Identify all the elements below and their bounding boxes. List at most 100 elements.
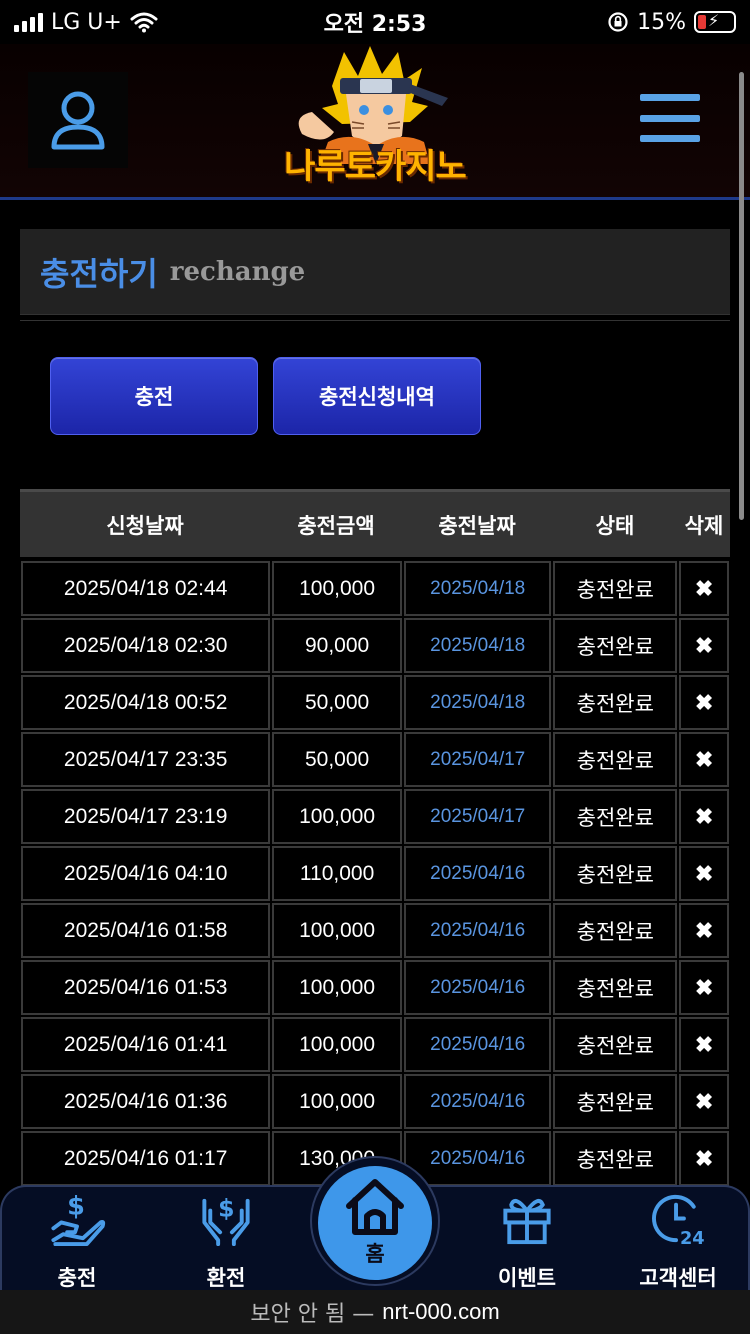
nav-charge[interactable]: $ 충전 <box>17 1187 137 1292</box>
amount-cell: 100,000 <box>272 960 402 1015</box>
table-row: 2025/04/18 00:52 50,000 2025/04/18 충전완료 … <box>20 674 730 731</box>
amount-cell: 50,000 <box>272 675 402 730</box>
table-row: 2025/04/18 02:44 100,000 2025/04/18 충전완료… <box>20 560 730 617</box>
charge-button[interactable]: 충전 <box>50 357 258 435</box>
gift-icon <box>503 1199 551 1245</box>
delete-button[interactable]: ✖ <box>679 846 729 901</box>
exchange-hands-icon: $ <box>202 1195 250 1247</box>
nav-home[interactable]: 홈 <box>318 1166 432 1280</box>
browser-url-bar[interactable]: 보안 안 됨 — nrt-000.com <box>0 1290 750 1334</box>
status-cell: 충전완료 <box>553 1017 678 1072</box>
status-cell: 충전완료 <box>553 732 678 787</box>
svg-text:$: $ <box>218 1195 234 1223</box>
divider <box>20 320 730 321</box>
delete-x-icon: ✖ <box>694 860 714 886</box>
nav-support-label: 고객센터 <box>639 1266 717 1290</box>
delete-button[interactable]: ✖ <box>679 675 729 730</box>
nav-exchange-label: 환전 <box>206 1266 246 1290</box>
status-cell: 충전완료 <box>553 1074 678 1129</box>
charge-date-cell: 2025/04/16 <box>403 1017 552 1072</box>
url-text: nrt-000.com <box>382 1299 500 1324</box>
page-title: 충전하기 <box>40 254 158 293</box>
page-subtitle: rechange <box>169 256 306 287</box>
user-button[interactable] <box>28 72 128 168</box>
amount-cell: 100,000 <box>272 1074 402 1129</box>
menu-bar-icon <box>640 114 700 122</box>
delete-button[interactable]: ✖ <box>679 561 729 616</box>
status-right: 15% ⚡ <box>607 10 736 35</box>
nav-exchange[interactable]: $ 환전 <box>166 1187 286 1292</box>
status-cell: 충전완료 <box>553 903 678 958</box>
status-bar: LG U+ 오전 2:53 15% ⚡ <box>0 0 750 44</box>
delete-x-icon: ✖ <box>694 974 714 1000</box>
delete-x-icon: ✖ <box>694 917 714 943</box>
column-header-delete: 삭제 <box>684 513 724 538</box>
request-date-cell: 2025/04/17 23:19 <box>21 789 271 844</box>
amount-cell: 90,000 <box>272 618 402 673</box>
table-row: 2025/04/16 01:36 100,000 2025/04/16 충전완료… <box>20 1073 730 1130</box>
delete-x-icon: ✖ <box>694 1031 714 1057</box>
status-cell: 충전완료 <box>553 618 678 673</box>
support-24-icon: 24 <box>652 1194 705 1248</box>
svg-text:24: 24 <box>680 1229 705 1248</box>
column-header-request-date: 신청날짜 <box>106 513 184 538</box>
delete-button[interactable]: ✖ <box>679 1074 729 1129</box>
page-title-box: 충전하기 rechange <box>20 229 730 315</box>
delete-x-icon: ✖ <box>694 746 714 772</box>
request-date-cell: 2025/04/16 01:53 <box>21 960 271 1015</box>
delete-button[interactable]: ✖ <box>679 1017 729 1072</box>
signal-icon <box>14 12 43 32</box>
battery-icon: ⚡ <box>694 11 736 33</box>
nav-event[interactable]: 이벤트 <box>467 1187 587 1292</box>
nav-home-label: 홈 <box>365 1242 385 1266</box>
delete-button[interactable]: ✖ <box>679 1131 729 1186</box>
hamburger-menu-button[interactable] <box>636 88 704 148</box>
site-logo[interactable]: 나루토카지노 <box>272 46 478 196</box>
charge-date-cell: 2025/04/17 <box>403 789 552 844</box>
request-date-cell: 2025/04/16 01:36 <box>21 1074 271 1129</box>
request-date-cell: 2025/04/18 00:52 <box>21 675 271 730</box>
nav-support[interactable]: 24 고객센터 <box>618 1187 738 1292</box>
amount-cell: 100,000 <box>272 789 402 844</box>
charge-history-table: 신청날짜 충전금액 충전날짜 상태 삭제 2025/04/18 02:44 10… <box>20 489 730 1187</box>
site-header: 나루토카지노 <box>0 44 750 200</box>
charge-date-cell: 2025/04/16 <box>403 960 552 1015</box>
amount-cell: 100,000 <box>272 1017 402 1072</box>
delete-button[interactable]: ✖ <box>679 732 729 787</box>
menu-bar-icon <box>640 135 700 142</box>
table-row: 2025/04/16 01:41 100,000 2025/04/16 충전완료… <box>20 1016 730 1073</box>
request-date-cell: 2025/04/16 01:41 <box>21 1017 271 1072</box>
delete-x-icon: ✖ <box>694 575 714 601</box>
orientation-lock-icon <box>608 12 628 32</box>
amount-cell: 100,000 <box>272 903 402 958</box>
amount-cell: 110,000 <box>272 846 402 901</box>
amount-cell: 100,000 <box>272 561 402 616</box>
wifi-icon <box>130 12 158 33</box>
table-row: 2025/04/16 01:58 100,000 2025/04/16 충전완료… <box>20 902 730 959</box>
charge-date-cell: 2025/04/16 <box>403 1131 552 1186</box>
carrier-label: LG U+ <box>51 9 122 35</box>
battery-percent: 15% <box>637 9 686 35</box>
column-header-charge-date: 충전날짜 <box>438 513 516 538</box>
charge-history-button[interactable]: 충전신청내역 <box>273 357 481 435</box>
charge-date-cell: 2025/04/18 <box>403 618 552 673</box>
table-row: 2025/04/16 04:10 110,000 2025/04/16 충전완료… <box>20 845 730 902</box>
request-date-cell: 2025/04/18 02:30 <box>21 618 271 673</box>
status-cell: 충전완료 <box>553 1131 678 1186</box>
svg-text:$: $ <box>67 1192 85 1222</box>
home-icon <box>346 1179 404 1235</box>
delete-button[interactable]: ✖ <box>679 789 729 844</box>
delete-x-icon: ✖ <box>694 632 714 658</box>
table-row: 2025/04/18 02:30 90,000 2025/04/18 충전완료 … <box>20 617 730 674</box>
status-cell: 충전완료 <box>553 789 678 844</box>
table-row: 2025/04/17 23:19 100,000 2025/04/17 충전완료… <box>20 788 730 845</box>
table-body: 2025/04/18 02:44 100,000 2025/04/18 충전완료… <box>20 560 730 1187</box>
delete-button[interactable]: ✖ <box>679 960 729 1015</box>
column-header-amount: 충전금액 <box>297 513 375 538</box>
page-scrollbar[interactable] <box>739 72 744 520</box>
delete-button[interactable]: ✖ <box>679 903 729 958</box>
charge-date-cell: 2025/04/18 <box>403 561 552 616</box>
amount-cell: 50,000 <box>272 732 402 787</box>
request-date-cell: 2025/04/18 02:44 <box>21 561 271 616</box>
delete-button[interactable]: ✖ <box>679 618 729 673</box>
